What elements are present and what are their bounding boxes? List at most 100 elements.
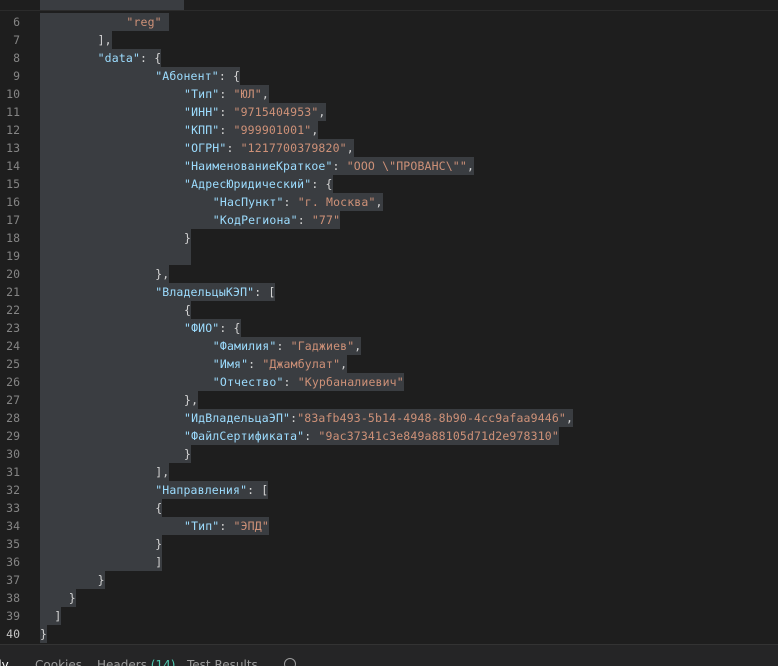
code-line[interactable]: 15 "АдресЮридический": { [0, 175, 778, 193]
code-line[interactable]: 18} [0, 229, 778, 247]
code-line-text: "ФайлСертификата": "9ac37341c3e849a88105… [40, 427, 559, 445]
code-line[interactable]: 37} [0, 571, 778, 589]
line-number: 17 [6, 213, 20, 227]
json-punctuation: , [346, 141, 354, 155]
json-punctuation: : [219, 105, 234, 119]
code-line[interactable]: 38} [0, 589, 778, 607]
code-line[interactable]: 40} [0, 625, 778, 643]
code-line[interactable]: 12 "КПП": "999901001", [0, 121, 778, 139]
json-punctuation: : [297, 213, 312, 227]
code-line-text: "reg" [40, 13, 169, 31]
code-line-text: "НасПункт": "г. Москва", [40, 193, 383, 211]
code-line-text: } [40, 445, 192, 463]
line-number: 19 [6, 249, 20, 263]
code-line-text: "ОГРН": "1217700379820", [40, 139, 354, 157]
code-line-text: } [40, 229, 192, 247]
code-line-text: "НаименованиеКраткое": "ООО \"ПРОВАНС\""… [40, 157, 475, 175]
code-line[interactable]: 10 "Тип": "ЮЛ", [0, 85, 778, 103]
code-line[interactable]: 26 "Отчество": "Курбаналиевич" [0, 373, 778, 391]
json-key: "Имя" [212, 357, 249, 371]
line-number: 8 [13, 51, 20, 65]
code-line[interactable]: 39] [0, 607, 778, 625]
code-line[interactable]: 34 "Тип": "ЭПД" [0, 517, 778, 535]
json-key: "НаименованиеКраткое" [184, 159, 333, 173]
code-line[interactable]: 36] [0, 553, 778, 571]
line-number: 24 [6, 339, 20, 353]
json-string: "reg" [126, 15, 162, 29]
json-string: "ЭПД" [233, 519, 269, 533]
code-line[interactable]: 22 { [0, 301, 778, 319]
line-number: 26 [6, 375, 20, 389]
code-line[interactable]: 21 "ВладельцыКЭП": [ [0, 283, 778, 301]
code-line[interactable]: 6 "reg" [0, 13, 778, 31]
code-line-text: "Имя": "Джамбулат", [40, 355, 348, 373]
json-punctuation: : { [140, 51, 162, 65]
code-line-text: "КПП": "999901001", [40, 121, 319, 139]
json-punctuation: } [184, 231, 192, 245]
code-line-text: } [40, 535, 163, 553]
code-line-text: "data": { [40, 49, 162, 67]
code-line-text: ] [40, 553, 163, 571]
line-number: 34 [6, 519, 20, 533]
code-line[interactable]: 19 [0, 247, 778, 265]
json-string: "9ac37341c3e849a88105d71d2e978310" [318, 429, 559, 443]
code-line-text: "ИНН": "9715404953", [40, 103, 326, 121]
code-line[interactable]: 11 "ИНН": "9715404953", [0, 103, 778, 121]
code-line-text: "Абонент": { [40, 67, 241, 85]
code-line[interactable]: 17 "КодРегиона": "77" [0, 211, 778, 229]
json-string: "83afb493-5b14-4948-8b90-4cc9afaa9446" [297, 411, 566, 425]
code-line[interactable]: 13 "ОГРН": "1217700379820", [0, 139, 778, 157]
code-line[interactable]: 24 "Фамилия": "Гаджиев", [0, 337, 778, 355]
json-punctuation: { [155, 501, 163, 515]
code-editor[interactable]: 6 "reg" 7], 8 "data": {9 "Абонент": {10 "Тип"… [0, 0, 778, 644]
json-key: "Фамилия" [212, 339, 277, 353]
code-line[interactable]: 16 "НасПункт": "г. Москва", [0, 193, 778, 211]
json-punctuation: } [155, 537, 163, 551]
json-key: "НасПункт" [212, 195, 284, 209]
code-line[interactable]: 20}, [0, 265, 778, 283]
json-key: "КПП" [184, 123, 220, 137]
code-line[interactable]: 23 "ФИО": { [0, 319, 778, 337]
json-punctuation: : { [219, 321, 241, 335]
line-number: 20 [6, 267, 20, 281]
json-key: "Абонент" [155, 69, 219, 83]
json-punctuation: : [219, 123, 234, 137]
code-line[interactable]: 28 "ИдВладельцаЭП":"83afb493-5b14-4948-8b… [0, 409, 778, 427]
line-number: 10 [6, 87, 20, 101]
code-line[interactable]: 35} [0, 535, 778, 553]
json-string: "1217700379820" [240, 141, 347, 155]
code-line[interactable]: 32 "Направления": [ [0, 481, 778, 499]
json-string: "Курбаналиевич" [297, 375, 404, 389]
code-line[interactable]: 7], [0, 31, 778, 49]
code-line-text: "Тип": "ЮЛ", [40, 85, 269, 103]
json-key: "ИдВладельцаЭП" [184, 411, 291, 425]
code-line[interactable]: 27}, [0, 391, 778, 409]
line-number: 33 [6, 501, 20, 515]
code-line-text: "Фамилия": "Гаджиев", [40, 337, 362, 355]
code-line[interactable]: 31], [0, 463, 778, 481]
code-line-text: "ФИО": { [40, 319, 241, 337]
json-key: "data" [97, 51, 141, 65]
code-line[interactable]: 30} [0, 445, 778, 463]
code-line[interactable]: 9 "Абонент": { [0, 67, 778, 85]
code-line[interactable]: 14 "НаименованиеКраткое": "ООО \"ПРОВАНС\… [0, 157, 778, 175]
line-number: 37 [6, 573, 20, 587]
code-line-text: "ВладельцыКЭП": [ [40, 283, 276, 301]
line-number: 9 [13, 69, 20, 83]
code-line-text: { [40, 301, 192, 319]
code-line[interactable]: 33 { [0, 499, 778, 517]
json-string: "ЮЛ" [233, 87, 262, 101]
code-line[interactable]: 8 "data": { [0, 49, 778, 67]
json-punctuation: , [318, 105, 326, 119]
json-punctuation: : [276, 339, 291, 353]
json-punctuation: } [68, 591, 76, 605]
json-key: "Тип" [184, 519, 220, 533]
json-punctuation: : [332, 159, 347, 173]
json-string: "Джамбулат" [262, 357, 341, 371]
line-number: 40 [6, 627, 20, 641]
json-string: "999901001" [233, 123, 312, 137]
json-punctuation: : [248, 357, 263, 371]
code-line[interactable]: 29 "ФайлСертификата": "9ac37341c3e849a881… [0, 427, 778, 445]
code-line[interactable]: 25 "Имя": "Джамбулат", [0, 355, 778, 373]
code-line-text: "Направления": [ [40, 481, 269, 499]
